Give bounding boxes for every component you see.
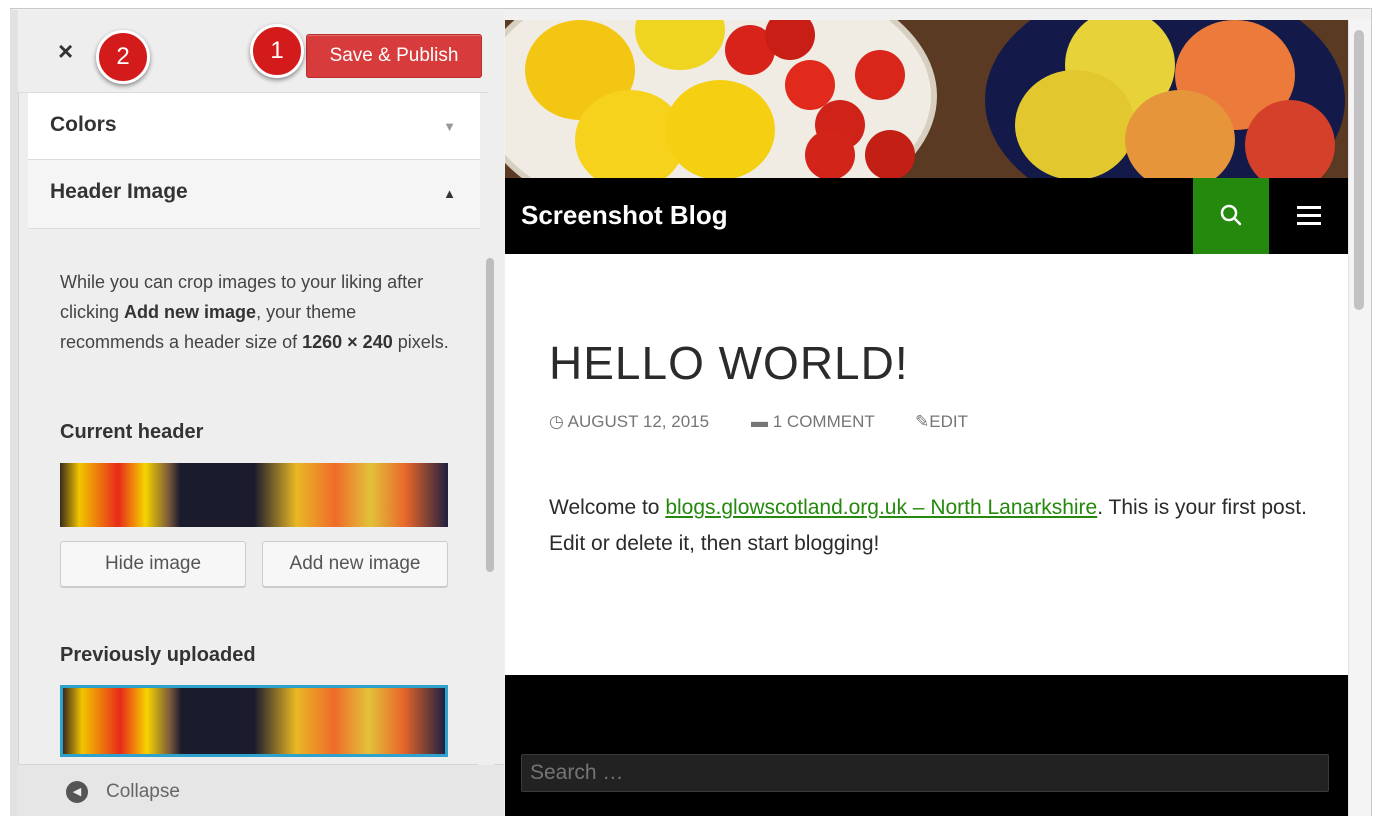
description-text-3: pixels. [392,332,449,352]
post-content: Welcome to blogs.glowscotland.org.uk – N… [549,490,1309,562]
fruit [865,130,915,178]
collapse-label[interactable]: Collapse [106,781,180,803]
uploaded-header-thumbnail[interactable] [60,685,448,757]
fruit [665,80,775,178]
sidebar-scrollbar-thumb[interactable] [486,258,494,572]
header-size-description: While you can crop images to your liking… [60,267,460,357]
add-new-image-button[interactable]: Add new image [262,541,448,587]
comment-icon: ▬ [751,412,773,431]
fruit [1015,70,1135,178]
fruit [805,130,855,178]
thumb-half-b [254,688,445,754]
current-header-thumbnail [60,463,448,527]
header-image-section-title: Header Image [50,180,188,203]
previously-uploaded-label: Previously uploaded [60,644,256,666]
chevron-up-icon: ▲ [443,186,456,201]
header-image-panel: While you can crop images to your liking… [28,229,480,769]
site-title[interactable]: Screenshot Blog [521,200,728,231]
post-edit-text: EDIT [929,412,968,431]
sidebar-edge [10,10,19,816]
menu-icon [1297,206,1321,225]
current-header-label: Current header [60,421,204,443]
chevron-down-icon: ▼ [443,119,456,134]
thumb-half-a [63,688,254,754]
menu-toggle[interactable] [1269,178,1348,254]
post-date-text: AUGUST 12, 2015 [567,412,710,431]
site-navbar: Screenshot Blog [505,178,1348,254]
callout-badge-1: 1 [250,24,304,78]
header-image [505,20,1348,178]
site-preview: Screenshot Blog HELLO WORLD! ◷ AUGUST 12… [505,20,1348,816]
fruit [855,50,905,100]
preview-scrollbar-thumb[interactable] [1354,30,1364,310]
post-body-link[interactable]: blogs.glowscotland.org.uk – North Lanark… [665,496,1097,519]
collapse-bar[interactable]: ◀ Collapse [18,764,504,816]
header-image-section[interactable]: Header Image ▲ [28,160,480,229]
callout-badge-2: 2 [96,30,150,84]
post-comments[interactable]: ▬ 1 COMMENT [751,412,875,432]
customizer-sidebar: × Save & Publish Colors ▼ Header Image ▲… [10,10,504,816]
site-footer [505,675,1348,816]
post-body-prefix: Welcome to [549,496,666,519]
colors-section-title: Colors [50,113,117,136]
post-comments-text: 1 COMMENT [772,412,875,431]
search-icon [1220,204,1242,226]
thumb-half-a [60,463,254,527]
colors-section[interactable]: Colors ▼ [28,93,480,160]
post-title[interactable]: HELLO WORLD! [549,336,909,390]
description-bold-2: 1260 × 240 [302,332,393,352]
post-date[interactable]: ◷ AUGUST 12, 2015 [549,412,709,432]
thumb-half-b [254,463,448,527]
hide-image-button[interactable]: Hide image [60,541,246,587]
footer-search-input[interactable] [521,754,1329,792]
pencil-icon: ✎ [915,412,930,431]
save-publish-button[interactable]: Save & Publish [306,34,482,78]
close-icon[interactable]: × [58,38,73,64]
clock-icon: ◷ [549,412,568,431]
description-bold-1: Add new image [124,302,257,322]
post-edit[interactable]: ✎EDIT [915,412,968,432]
search-toggle[interactable] [1193,178,1269,254]
collapse-arrow-icon[interactable]: ◀ [66,781,88,803]
